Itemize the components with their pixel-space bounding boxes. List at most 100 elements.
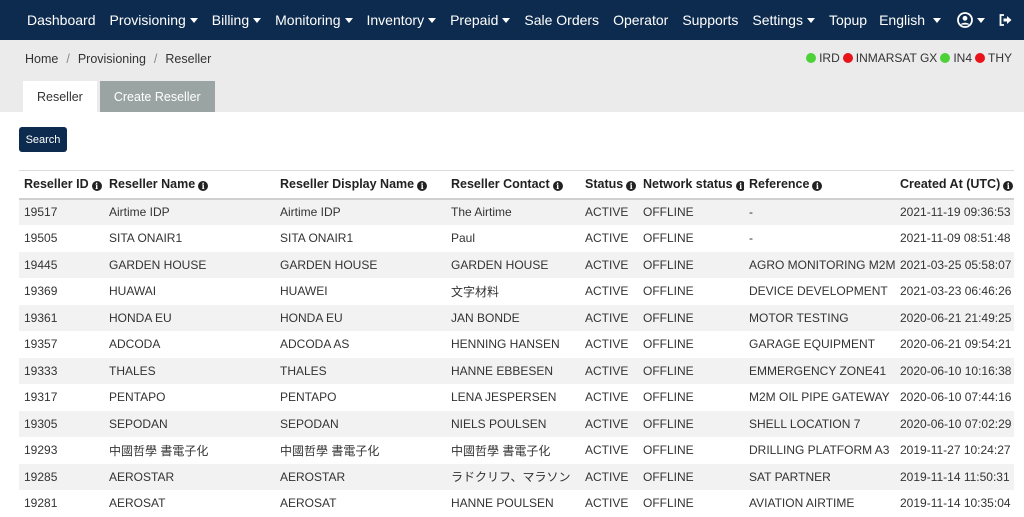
status-dot-icon bbox=[975, 53, 985, 63]
chevron-down-icon bbox=[502, 18, 511, 23]
info-icon[interactable]: i bbox=[91, 181, 102, 192]
table-cell: 2021-03-25 05:58:07 bbox=[895, 251, 1014, 278]
column-header[interactable]: Reseller Display Name i bbox=[275, 170, 446, 200]
table-row[interactable]: 19369 HUAWAI HUAWEI 文字材料 ACTIVE OFFLINE DEVICE… bbox=[19, 278, 1014, 305]
breadcrumb-bar: Home / Provisioning / Reseller IRD INMARS… bbox=[0, 40, 1024, 112]
info-icon[interactable]: i bbox=[198, 181, 209, 192]
table-cell: HONDA EU bbox=[275, 304, 446, 331]
table-row[interactable]: 19281 AEROSAT AEROSAT HANNE POULSEN ACTIVE OF… bbox=[19, 490, 1014, 517]
nav-item-settings[interactable]: Settings bbox=[752, 12, 815, 28]
table-cell: JAN BONDE bbox=[446, 304, 580, 331]
table-cell: 19317 bbox=[19, 384, 104, 411]
nav-item-inventory[interactable]: Inventory bbox=[367, 12, 437, 28]
nav-item-label: Supports bbox=[682, 12, 739, 28]
nav-item-supports[interactable]: Supports bbox=[682, 12, 738, 28]
status-legend-label: THY bbox=[988, 51, 1012, 65]
nav-item-provisioning[interactable]: Provisioning bbox=[110, 12, 198, 28]
table-cell: AVIATION AIRTIME bbox=[744, 490, 895, 517]
table-cell: NIELS POULSEN bbox=[446, 410, 580, 437]
table-cell: 19505 bbox=[19, 225, 104, 252]
table-row[interactable]: 19517 Airtime IDP Airtime IDP The Airtime AC… bbox=[19, 198, 1014, 225]
table-cell: 中國哲學 書電子化 bbox=[446, 437, 580, 464]
breadcrumb-home[interactable]: Home bbox=[25, 52, 58, 66]
table-cell: PENTAPO bbox=[275, 384, 446, 411]
table-cell: 19357 bbox=[19, 331, 104, 358]
column-header[interactable]: Reference i bbox=[744, 170, 895, 200]
table-cell: OFFLINE bbox=[638, 490, 744, 517]
tab-reseller[interactable]: Reseller bbox=[23, 81, 97, 112]
nav-item-monitoring[interactable]: Monitoring bbox=[275, 12, 353, 28]
nav-item-billing[interactable]: Billing bbox=[212, 12, 262, 28]
status-legend-label: IRD bbox=[819, 51, 840, 65]
status-dot-icon bbox=[806, 53, 817, 63]
search-button[interactable]: Search bbox=[19, 127, 67, 152]
column-header[interactable]: Reseller Name i bbox=[104, 170, 275, 200]
info-icon[interactable]: i bbox=[1003, 181, 1014, 192]
table-row[interactable]: 19333 THALES THALES HANNE EBBESEN ACTIVE OFFL… bbox=[19, 357, 1014, 384]
table-cell: 2020-06-10 07:44:16 bbox=[895, 384, 1014, 411]
nav-item-label: Settings bbox=[752, 12, 803, 28]
reseller-table-container: Reseller ID i Reseller Name i Reseller Displ… bbox=[19, 170, 1014, 517]
info-icon[interactable]: i bbox=[552, 181, 563, 192]
table-cell: HUAWEI bbox=[275, 278, 446, 305]
column-header[interactable]: Created At (UTC) i bbox=[895, 170, 1014, 200]
table-cell: ACTIVE bbox=[580, 490, 638, 517]
nav-item-topup[interactable]: Topup bbox=[829, 12, 867, 28]
sign-out-icon[interactable] bbox=[999, 14, 1012, 26]
column-header[interactable]: Status i bbox=[580, 170, 638, 200]
column-header[interactable]: Reseller Contact i bbox=[446, 170, 580, 200]
nav-right: English bbox=[879, 0, 1024, 40]
table-cell: 19361 bbox=[19, 304, 104, 331]
nav-item-operator[interactable]: Operator bbox=[613, 12, 668, 28]
status-dot-icon bbox=[940, 53, 951, 63]
table-cell: THALES bbox=[275, 357, 446, 384]
table-cell: ADCODA AS bbox=[275, 331, 446, 358]
nav-menu: Dashboard Provisioning Billing Monitoring In… bbox=[27, 12, 881, 28]
table-cell: OFFLINE bbox=[638, 357, 744, 384]
table-cell: OFFLINE bbox=[638, 437, 744, 464]
table-row[interactable]: 19357 ADCODA ADCODA AS HENNING HANSEN ACTIVE… bbox=[19, 331, 1014, 358]
chevron-down-icon bbox=[428, 18, 437, 23]
table-cell: ADCODA bbox=[104, 331, 275, 358]
table-cell: 2020-06-10 10:16:38 bbox=[895, 357, 1014, 384]
nav-item-prepaid[interactable]: Prepaid bbox=[450, 12, 511, 28]
table-row[interactable]: 19505 SITA ONAIR1 SITA ONAIR1 Paul ACTIVE OFF… bbox=[19, 225, 1014, 252]
column-header-label: Reseller Name bbox=[109, 177, 196, 192]
table-row[interactable]: 19285 AEROSTAR AEROSTAR ラドクリフ、マラソン ACTIVE OFF… bbox=[19, 463, 1014, 490]
breadcrumb-provisioning[interactable]: Provisioning bbox=[78, 52, 146, 66]
nav-item-label: Sale Orders bbox=[524, 12, 600, 28]
table-cell: 19333 bbox=[19, 357, 104, 384]
table-row[interactable]: 19293 中國哲學 書電子化 中國哲學 書電子化 中國哲學 書電子化 ACTIVE OF… bbox=[19, 437, 1014, 464]
info-icon[interactable]: i bbox=[417, 181, 428, 192]
table-row[interactable]: 19445 GARDEN HOUSE GARDEN HOUSE GARDEN HOUS… bbox=[19, 251, 1014, 278]
table-cell: ACTIVE bbox=[580, 198, 638, 225]
table-cell: Paul bbox=[446, 225, 580, 252]
table-row[interactable]: 19317 PENTAPO PENTAPO LENA JESPERSEN ACTIVE O… bbox=[19, 384, 1014, 411]
nav-item-sale-orders[interactable]: Sale Orders bbox=[524, 12, 599, 28]
table-cell: SEPODAN bbox=[104, 410, 275, 437]
table-cell: ACTIVE bbox=[580, 410, 638, 437]
nav-item-dashboard[interactable]: Dashboard bbox=[27, 12, 96, 28]
column-header[interactable]: Network status i bbox=[638, 170, 744, 200]
table-cell: OFFLINE bbox=[638, 278, 744, 305]
table-row[interactable]: 19361 HONDA EU HONDA EU JAN BONDE ACTIVE OFFL… bbox=[19, 304, 1014, 331]
table-cell: ACTIVE bbox=[580, 304, 638, 331]
table-cell: ACTIVE bbox=[580, 437, 638, 464]
info-icon[interactable]: i bbox=[735, 181, 744, 192]
table-cell: 19281 bbox=[19, 490, 104, 517]
column-header-label: Created At (UTC) bbox=[900, 177, 1001, 192]
status-legend-label: IN4 bbox=[953, 51, 972, 65]
column-header[interactable]: Reseller ID i bbox=[19, 170, 104, 200]
table-row[interactable]: 19305 SEPODAN SEPODAN NIELS POULSEN ACTIVE OF… bbox=[19, 410, 1014, 437]
tab-create-reseller[interactable]: Create Reseller bbox=[99, 81, 215, 112]
column-header-label: Reseller Contact bbox=[451, 177, 550, 192]
info-icon[interactable]: i bbox=[626, 181, 637, 192]
table-cell: OFFLINE bbox=[638, 384, 744, 411]
user-circle-icon[interactable] bbox=[957, 12, 985, 28]
table-cell: 19293 bbox=[19, 437, 104, 464]
info-icon[interactable]: i bbox=[812, 181, 823, 192]
language-selector[interactable]: English bbox=[879, 12, 941, 28]
table-cell: 中國哲學 書電子化 bbox=[275, 437, 446, 464]
table-cell: SHELL LOCATION 7 bbox=[744, 410, 895, 437]
table-cell: SITA ONAIR1 bbox=[275, 225, 446, 252]
